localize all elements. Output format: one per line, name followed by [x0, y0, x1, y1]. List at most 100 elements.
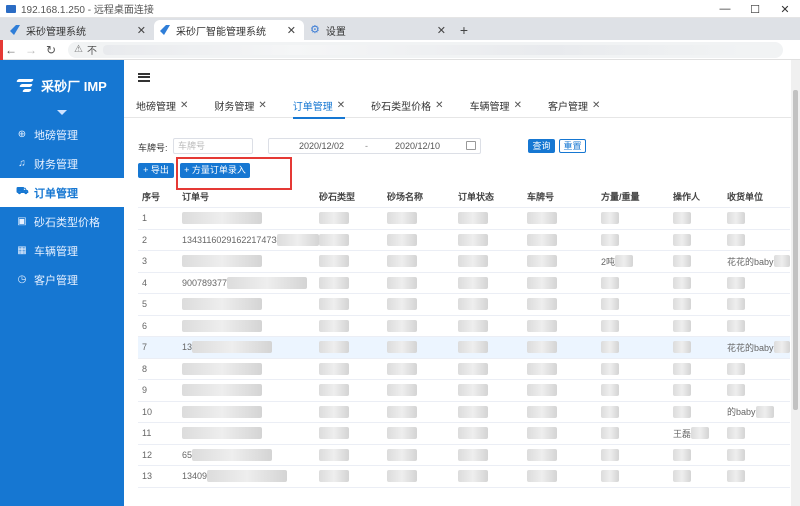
table-cell	[319, 251, 387, 272]
redacted-value	[601, 276, 619, 289]
table-cell	[673, 402, 727, 423]
vertical-scrollbar[interactable]	[791, 60, 800, 506]
url-field[interactable]: ⚠ 不	[68, 41, 783, 58]
query-button[interactable]: 查询	[528, 139, 555, 153]
minimize-button[interactable]: —	[710, 0, 740, 18]
browser-tab-2[interactable]: 采砂厂智能管理系统 ✕	[154, 20, 304, 40]
table-cell	[458, 337, 527, 358]
table-cell	[527, 380, 601, 401]
col-header: 砂石类型	[319, 192, 356, 202]
back-arrow-icon[interactable]: ←	[2, 43, 20, 57]
sidebar-item-sand-price[interactable]: ▣ 砂石类型价格	[0, 207, 124, 236]
tab-orders[interactable]: 订单管理 ✕	[292, 94, 346, 119]
forward-arrow-icon[interactable]: →	[22, 43, 40, 57]
table-cell	[319, 423, 387, 444]
sidebar-item-label: 地磅管理	[34, 129, 78, 142]
table-row[interactable]: 3 2吨 花花的baby	[138, 251, 790, 273]
table-cell	[319, 316, 387, 337]
cell-text: 2吨	[601, 256, 616, 267]
table-row[interactable]: 12 65	[138, 445, 790, 466]
new-tab-button[interactable]: +	[454, 20, 474, 40]
table-cell	[527, 273, 601, 294]
table-row[interactable]: 2 134311602916221747З	[138, 230, 790, 251]
maximize-button[interactable]: ☐	[740, 0, 770, 18]
redacted-value	[673, 276, 691, 289]
tab-close-icon[interactable]: ✕	[437, 24, 446, 37]
sidebar-item-label: 车辆管理	[34, 245, 78, 258]
sidebar-item-weighbridge[interactable]: ⊕ 地磅管理	[0, 120, 124, 149]
table-cell	[601, 380, 673, 401]
table-cell	[727, 445, 790, 466]
scrollbar-thumb[interactable]	[793, 90, 798, 410]
tab-close-icon[interactable]: ✕	[137, 24, 146, 37]
table-cell: 12	[138, 445, 182, 466]
table-row[interactable]: 7 13 花花的baby	[138, 337, 790, 359]
close-icon[interactable]: ✕	[337, 100, 345, 111]
table-cell	[673, 466, 727, 487]
url-prefix: 不	[86, 46, 97, 57]
tab-close-icon[interactable]: ✕	[287, 24, 296, 37]
sidebar-item-orders[interactable]: ⛟ 订单管理	[0, 178, 124, 207]
table-cell	[182, 251, 319, 272]
close-icon[interactable]: ✕	[180, 100, 188, 111]
redacted-value	[727, 448, 745, 461]
tab-finance[interactable]: 财务管理 ✕	[214, 94, 266, 118]
browser-tab-1[interactable]: 采砂管理系统 ✕	[4, 20, 154, 40]
table-row[interactable]: 5	[138, 294, 790, 316]
redacted-value	[319, 384, 349, 397]
table-row[interactable]: 1	[138, 208, 790, 230]
table-row[interactable]: 13 13409	[138, 466, 790, 488]
table-cell	[727, 230, 790, 251]
table-cell	[182, 208, 319, 229]
sidebar-item-finance[interactable]: ♫ 财务管理	[0, 149, 124, 178]
close-window-button[interactable]: ✕	[770, 0, 800, 18]
table-cell	[673, 359, 727, 380]
redacted-value	[527, 341, 557, 354]
redacted-value	[458, 233, 488, 246]
table-row[interactable]: 11 王磊	[138, 423, 790, 445]
tab-customers[interactable]: 客户管理 ✕	[548, 94, 600, 118]
clock-icon: ◷	[17, 274, 27, 285]
table-row[interactable]: 10 的baby	[138, 402, 790, 423]
redacted-value	[527, 298, 557, 311]
redacted-value	[673, 255, 691, 268]
sidebar-item-customers[interactable]: ◷ 客户管理	[0, 265, 124, 294]
close-icon[interactable]: ✕	[258, 100, 266, 111]
redacted-value	[319, 212, 349, 225]
tab-sand-price[interactable]: 砂石类型价格 ✕	[371, 94, 443, 118]
browser-tab-3[interactable]: ⚙ 设置 ✕	[304, 20, 454, 40]
close-icon[interactable]: ✕	[514, 100, 522, 111]
cell-text: 8	[142, 363, 148, 374]
redacted-value	[601, 427, 619, 440]
redacted-value	[182, 319, 262, 332]
plate-input[interactable]: 车牌号	[173, 138, 253, 154]
reload-icon[interactable]: ↻	[42, 43, 60, 57]
table-row[interactable]: 9	[138, 380, 790, 402]
reset-button[interactable]: 重置	[559, 139, 586, 153]
tab-vehicles[interactable]: 车辆管理 ✕	[470, 94, 522, 118]
redacted-value	[727, 384, 745, 397]
table-row[interactable]: 4 900789377	[138, 273, 790, 294]
redacted-value	[458, 405, 488, 418]
sidebar-item-vehicles[interactable]: ▦ 车辆管理	[0, 236, 124, 265]
sidebar-item-label: 订单管理	[34, 187, 78, 200]
menu-toggle-icon[interactable]	[138, 72, 150, 82]
cell-text: 10	[142, 406, 153, 417]
date-range-picker[interactable]: 2020/12/02 - 2020/12/10	[268, 138, 481, 154]
export-button[interactable]: + 导出	[138, 163, 174, 178]
redacted-value	[673, 384, 691, 397]
tab-label: 车辆管理	[469, 102, 510, 113]
app-sidebar: 采砂厂 IMP ⊕ 地磅管理 ♫ 财务管理 ⛟ 订单管理 ▣ 砂石类型价格 ▦ …	[0, 60, 124, 506]
tab-weighbridge[interactable]: 地磅管理 ✕	[136, 94, 188, 118]
close-icon[interactable]: ✕	[592, 100, 600, 111]
table-cell	[601, 359, 673, 380]
close-icon[interactable]: ✕	[435, 100, 443, 111]
table-cell	[387, 273, 458, 294]
redacted-value	[673, 448, 691, 461]
table-row[interactable]: 8	[138, 359, 790, 380]
tab-label: 砂石类型价格	[371, 102, 432, 113]
redacted-value	[319, 233, 349, 246]
table-row[interactable]: 6	[138, 316, 790, 337]
table-cell	[458, 316, 527, 337]
table-cell	[458, 359, 527, 380]
